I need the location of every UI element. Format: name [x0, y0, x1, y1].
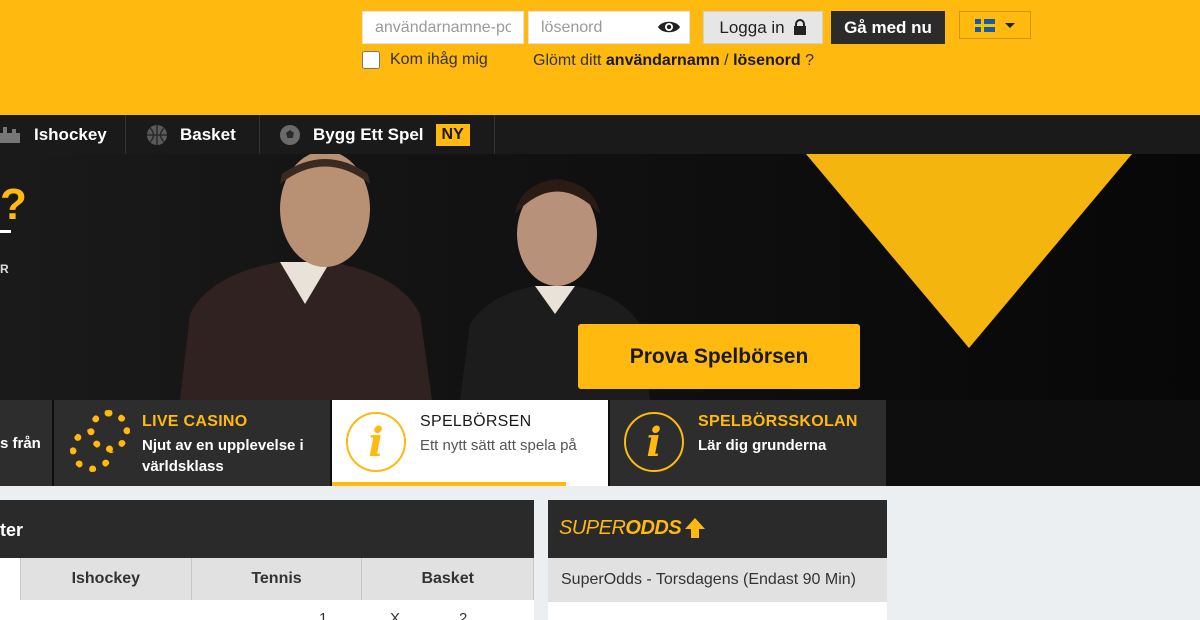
try-spelborsen-button[interactable]: Prova Spelbörsen [578, 324, 860, 389]
nav-label: Ishockey [34, 124, 107, 144]
hero-triangle-decor [806, 154, 1132, 348]
nav-label: Basket [180, 124, 236, 144]
chevron-down-icon [1005, 22, 1015, 28]
panel-header: ter [0, 500, 534, 558]
superodds-item[interactable]: SuperOdds - Torsdagens (Endast 90 Min) [548, 558, 887, 602]
active-tile-indicator [332, 482, 566, 486]
tab-label: Basket [421, 570, 474, 587]
arrow-up-icon [685, 518, 705, 538]
tab-label: Ishockey [71, 570, 141, 587]
tab-ishockey[interactable]: Ishockey [20, 558, 192, 600]
tab-tennis[interactable]: Tennis [191, 558, 363, 600]
forgot-suffix: ? [800, 52, 814, 69]
nav-item-basket[interactable]: Basket [146, 115, 236, 154]
eye-icon[interactable] [657, 18, 681, 36]
ice-hockey-icon [0, 126, 20, 143]
tile-subtitle: Lär dig grunderna [698, 437, 827, 454]
language-selector[interactable] [959, 11, 1031, 39]
sport-tabs: Ishockey Tennis Basket [0, 558, 535, 600]
promo-tiles: s från LIVE CASINO Njut av en upplevelse… [0, 400, 1200, 486]
hero-person-left [180, 154, 432, 400]
cta-label: Prova Spelbörsen [629, 344, 809, 368]
remember-checkbox[interactable] [362, 51, 380, 69]
nav-item-ishockey[interactable]: Ishockey [0, 115, 107, 154]
new-badge: NY [435, 123, 470, 146]
join-button[interactable]: Gå med nu [831, 11, 945, 44]
logo-super-text: SUPER [559, 517, 626, 539]
hero-text-partial: R [0, 262, 9, 276]
superodds-header: SUPERODDS [548, 500, 887, 558]
hero-heading-partial: ? [0, 180, 27, 229]
forgot-credentials: Glömt ditt användarnamn / lösenord ? [533, 52, 814, 70]
login-button[interactable]: Logga in [703, 11, 823, 44]
forgot-prefix: Glömt ditt [533, 52, 606, 69]
username-input[interactable] [362, 11, 524, 44]
logo-odds-text: ODDS [625, 517, 682, 539]
promo-tile-spelborsen[interactable]: i SPELBÖRSEN Ett nytt sätt att spela på [332, 400, 608, 486]
lock-icon [793, 19, 806, 35]
nav-divider [494, 115, 495, 154]
forgot-username-link[interactable]: användarnamn [606, 52, 720, 69]
info-icon: i [624, 412, 684, 472]
odds-header-1: 1 [319, 610, 328, 620]
odds-header-x: X [390, 610, 401, 620]
top-header: Logga in Gå med nu Kom ihåg mig Glömt di… [0, 0, 1200, 115]
superodds-item-label: SuperOdds - Torsdagens (Endast 90 Min) [561, 571, 856, 588]
hero-underline [0, 230, 11, 233]
superodds-panel: SUPERODDS SuperOdds - Torsdagens (Endast… [548, 500, 887, 620]
superodds-logo: SUPERODDS [559, 517, 682, 540]
tile-subtitle: Ett nytt sätt att spela på [420, 437, 577, 454]
odds-header-2: 2 [459, 610, 468, 620]
basketball-icon [147, 124, 167, 145]
tab-basket[interactable]: Basket [362, 558, 535, 600]
forgot-separator: / [719, 52, 734, 69]
soccer-ball-icon [280, 124, 300, 145]
tab-label: Tennis [251, 570, 302, 587]
promo-tile-spelborsskolan[interactable]: i SPELBÖRSSKOLAN Lär dig grunderna [610, 400, 886, 486]
nav-item-bygg-ett-spel[interactable]: Bygg Ett Spel NY [279, 115, 470, 154]
nav-label: Bygg Ett Spel [313, 124, 424, 144]
nav-divider [259, 115, 260, 154]
sports-nav: Ishockey Basket Bygg Ett Spel NY [0, 115, 1200, 154]
tile-title: SPELBÖRSSKOLAN [698, 413, 858, 430]
join-label: Gå med nu [844, 17, 932, 37]
panel-title-partial: ter [0, 520, 24, 540]
tab-partial[interactable] [0, 558, 21, 600]
nav-divider [125, 115, 126, 154]
tile-title: LIVE CASINO [142, 413, 248, 430]
tile-subtitle: Njut av en upplevelse i världsklass [142, 437, 304, 475]
forgot-password-link[interactable]: lösenord [733, 52, 801, 69]
swedish-flag-icon [975, 18, 995, 32]
promo-tile-live-casino[interactable]: LIVE CASINO Njut av en upplevelse i värl… [54, 400, 330, 486]
login-label: Logga in [719, 17, 785, 37]
promo-tile-partial[interactable]: s från [0, 400, 52, 486]
sports-odds-panel: ter Ishockey Tennis Basket [0, 500, 535, 620]
tile-title: SPELBÖRSEN [420, 413, 532, 430]
info-icon: i [346, 412, 406, 472]
hero-banner: ? R Prova Spelbörsen [0, 154, 1200, 400]
remember-me[interactable]: Kom ihåg mig [362, 51, 488, 69]
remember-label: Kom ihåg mig [390, 51, 488, 68]
